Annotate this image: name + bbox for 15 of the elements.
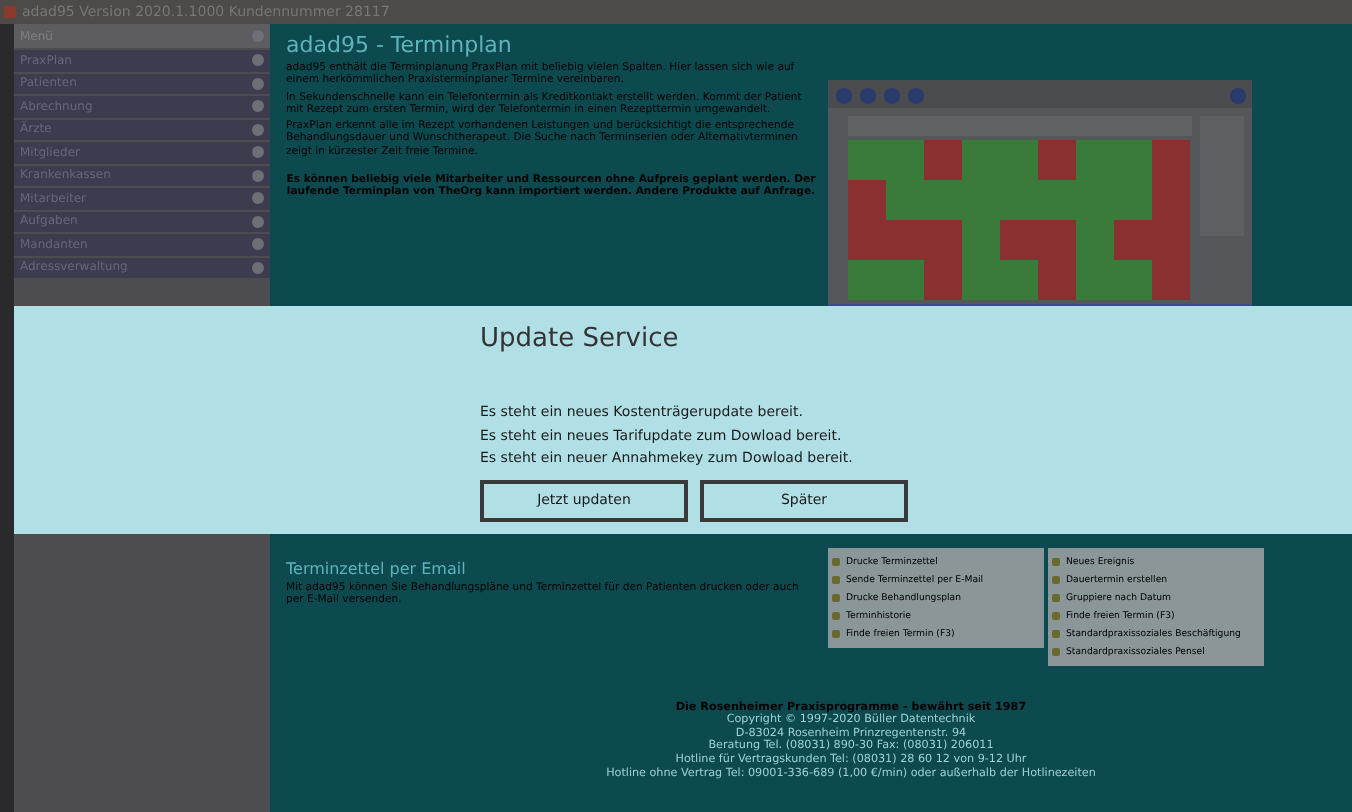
menu-item-icon — [1052, 576, 1060, 584]
menu-item-icon — [832, 630, 840, 638]
menu-item-icon — [832, 612, 840, 620]
menu-item-icon — [1052, 630, 1060, 638]
dialog-title: Update Service — [480, 324, 681, 354]
menu-item-icon — [1052, 594, 1060, 602]
page-heading: adad95 - Terminplan — [286, 32, 514, 58]
menu-item-icon — [832, 594, 840, 602]
app-icon — [4, 6, 16, 18]
menu-item-icon — [1052, 648, 1060, 656]
section-heading: Terminzettel per Email — [286, 560, 468, 578]
menu-item-icon — [832, 558, 840, 566]
menu-item-icon — [1052, 558, 1060, 566]
menu-item-icon — [832, 576, 840, 584]
menu-item-icon — [1052, 612, 1060, 620]
